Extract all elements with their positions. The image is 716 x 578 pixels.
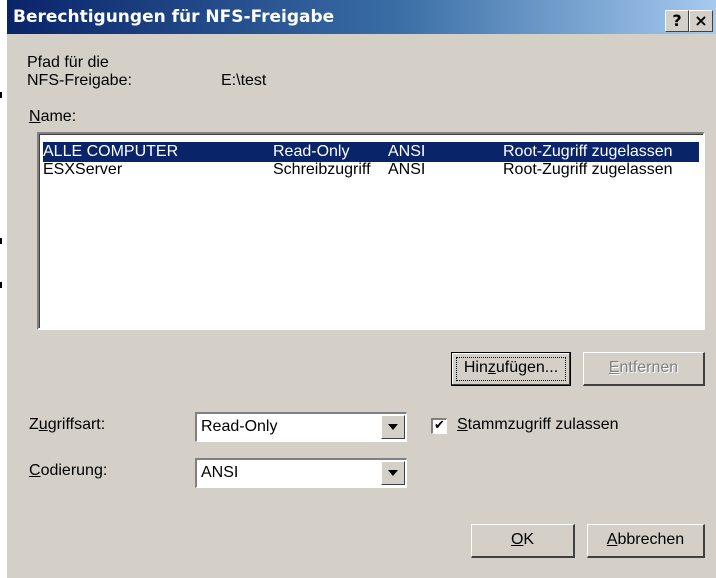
edge-mark [0, 92, 2, 98]
root-access-mnemonic: S [457, 416, 468, 433]
client-list[interactable]: ALLE COMPUTER Read-Only ANSI Root-Zugrif… [37, 132, 705, 330]
list-item-access: Schreibzugriff [273, 161, 371, 178]
access-type-value: Read-Only [201, 418, 278, 435]
cancel-button-mnemonic: A [606, 531, 618, 548]
encoding-select[interactable]: ANSI [195, 458, 407, 488]
list-item-encoding: ANSI [388, 161, 426, 178]
remove-button-text: ntfernen [619, 359, 679, 376]
focus-ring [456, 357, 566, 381]
encoding-label: Codierung: [29, 462, 107, 480]
path-label: Pfad für die NFS-Freigabe: [27, 54, 132, 90]
path-label-line2: NFS-Freigabe: [27, 72, 132, 89]
edge-mark [0, 238, 2, 244]
ok-button-mnemonic: O [510, 531, 524, 548]
ok-button-text: K [523, 531, 535, 548]
check-icon: ✔ [434, 418, 445, 433]
list-item-name: ALLE COMPUTER [43, 143, 179, 160]
list-item-root: Root-Zugriff zugelassen [503, 143, 673, 160]
remove-button-mnemonic: E [608, 359, 620, 376]
name-label-text: ame: [40, 108, 77, 125]
access-type-select[interactable]: Read-Only [195, 412, 407, 442]
root-access-text: tammzugriff zulassen [467, 416, 619, 433]
chevron-down-icon[interactable] [381, 461, 405, 485]
encoding-value: ANSI [201, 464, 239, 481]
list-item-access: Read-Only [273, 143, 350, 160]
access-type-label: Zugriffsart: [29, 416, 105, 434]
help-icon: ? [672, 11, 682, 30]
close-button[interactable]: × [689, 10, 713, 32]
list-item[interactable]: ALLE COMPUTER Read-Only ANSI Root-Zugrif… [43, 142, 699, 162]
path-label-line1: Pfad für die [27, 54, 109, 71]
title-bar: Berechtigungen für NFS-Freigabe ? × [7, 0, 716, 34]
list-item-encoding: ANSI [388, 143, 426, 160]
nfs-permissions-dialog: Berechtigungen für NFS-Freigabe ? × Pfad… [6, 0, 716, 578]
ok-button[interactable]: OK [471, 524, 575, 558]
encoding-label-mnemonic: C [29, 462, 41, 479]
access-type-label-text: Z [29, 416, 39, 433]
root-access-checkbox[interactable]: ✔ [431, 418, 447, 434]
help-button[interactable]: ? [665, 10, 689, 32]
window-title: Berechtigungen für NFS-Freigabe [13, 7, 335, 27]
list-item[interactable]: ESXServer Schreibzugriff ANSI Root-Zugri… [43, 160, 699, 180]
list-item-root: Root-Zugriff zugelassen [503, 161, 673, 178]
edge-mark [0, 282, 2, 288]
close-icon: × [694, 11, 708, 30]
list-item-name: ESXServer [43, 161, 123, 178]
cancel-button-text: bbrechen [617, 531, 685, 548]
add-button[interactable]: Hinzufügen... [451, 352, 571, 386]
name-label-mnemonic: N [29, 108, 41, 125]
remove-button[interactable]: Entfernen [583, 352, 705, 386]
chevron-down-icon[interactable] [381, 415, 405, 439]
path-value: E:\test [221, 72, 267, 89]
encoding-label-text: odierung: [40, 462, 108, 479]
cancel-button[interactable]: Abbrechen [587, 524, 705, 558]
root-access-label[interactable]: Stammzugriff zulassen [457, 416, 619, 434]
access-type-label-rest: griffsart: [47, 416, 106, 433]
access-type-label-mnemonic: u [38, 416, 48, 433]
name-label: Name: [29, 108, 76, 126]
